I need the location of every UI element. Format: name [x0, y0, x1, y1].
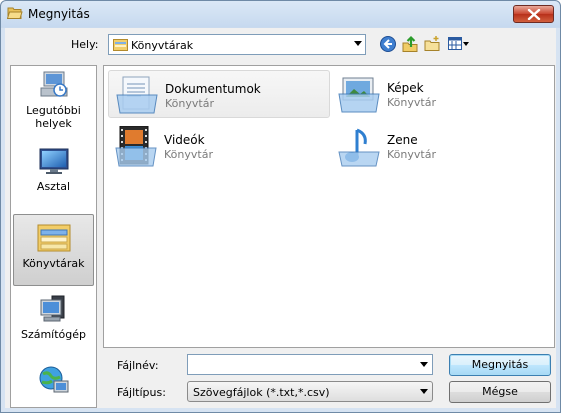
folder-open-icon	[7, 7, 23, 19]
back-arrow-icon[interactable]	[379, 35, 397, 53]
list-item-pictures[interactable]: Képek Könyvtár	[331, 70, 553, 118]
item-name: Dokumentumok	[165, 82, 261, 96]
item-type: Könyvtár	[165, 97, 214, 110]
file-list: Dokumentumok Könyvtár Képek Könyvtár Vid…	[103, 65, 555, 348]
list-item-videos[interactable]: Videók Könyvtár	[108, 122, 330, 170]
place-label: Számítógép	[20, 328, 87, 341]
list-item-documents[interactable]: Dokumentumok Könyvtár	[108, 70, 330, 118]
item-name: Képek	[387, 81, 424, 95]
item-name: Zene	[387, 133, 418, 147]
cancel-button[interactable]: Mégse	[449, 381, 551, 403]
documents-library-icon	[116, 76, 158, 114]
videos-library-icon	[115, 126, 157, 167]
location-label: Hely:	[71, 38, 99, 51]
location-value: Könyvtárak	[131, 39, 194, 52]
computer-icon	[40, 295, 64, 322]
desktop-icon	[39, 148, 68, 174]
list-item-music[interactable]: Zene Könyvtár	[331, 122, 553, 170]
filename-label: Fájlnév:	[117, 359, 159, 372]
music-library-icon	[338, 128, 380, 167]
libraries-folder-icon	[113, 39, 128, 51]
places-bar: Legutóbbi helyek Asztal Könyvtárak Számí…	[10, 65, 97, 408]
place-network[interactable]	[13, 364, 94, 406]
view-menu-icon[interactable]	[447, 35, 471, 53]
item-type: Könyvtár	[164, 148, 213, 161]
network-icon	[39, 366, 68, 393]
chevron-down-icon	[420, 389, 428, 394]
place-label: Asztal	[36, 180, 71, 193]
up-one-level-icon[interactable]	[401, 35, 419, 53]
recent-places-icon	[40, 71, 67, 97]
pictures-library-icon	[338, 77, 380, 113]
item-name: Videók	[164, 133, 205, 147]
place-label: Legutóbbi helyek	[26, 104, 81, 130]
close-icon	[527, 9, 541, 20]
open-button[interactable]: Megnyitás	[449, 354, 551, 376]
window-title: Megnyitás	[28, 7, 90, 21]
chevron-down-icon	[354, 41, 362, 46]
filetype-select[interactable]: Szövegfájlok (*.txt,*.csv)	[187, 381, 433, 402]
place-label: Könyvtárak	[22, 257, 85, 270]
place-computer[interactable]: Számítógép	[13, 294, 94, 356]
dialog-body: Hely: Könyvtárak Legutóbbi helyek Asztal…	[5, 28, 556, 408]
chevron-down-icon[interactable]	[420, 362, 428, 367]
filetype-value: Szövegfájlok (*.txt,*.csv)	[193, 386, 330, 399]
libraries-icon	[37, 224, 70, 252]
item-type: Könyvtár	[387, 96, 436, 109]
filename-input[interactable]	[187, 354, 433, 375]
filetype-label: Fájltípus:	[117, 386, 166, 399]
place-libraries[interactable]: Könyvtárak	[13, 214, 94, 286]
open-dialog-window: Megnyitás Hely: Könyvtárak Legutóbbi hel…	[0, 0, 561, 413]
new-folder-icon[interactable]	[423, 35, 441, 53]
place-recent-places[interactable]: Legutóbbi helyek	[13, 68, 94, 136]
location-dropdown[interactable]: Könyvtárak	[108, 34, 366, 55]
title-bar[interactable]: Megnyitás	[1, 1, 560, 27]
close-button[interactable]	[513, 5, 554, 23]
place-desktop[interactable]: Asztal	[13, 146, 94, 202]
item-type: Könyvtár	[387, 148, 436, 161]
